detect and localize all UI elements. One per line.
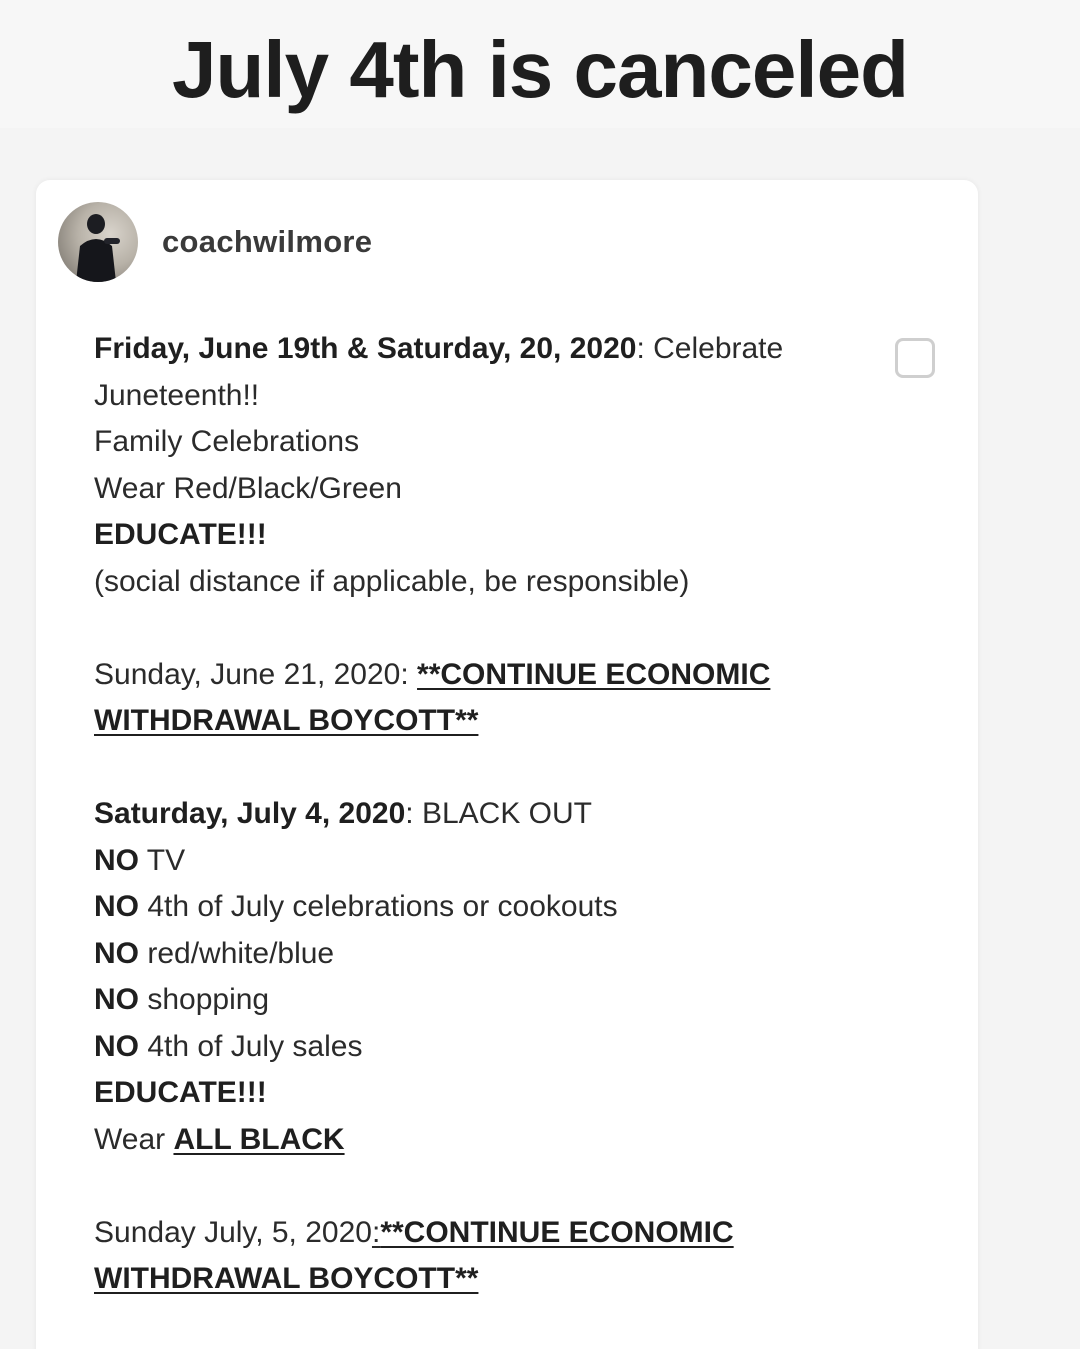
juneteenth-item-educate: EDUCATE!!!: [94, 518, 267, 551]
july5-action-2: WITHDRAWAL BOYCOTT**: [94, 1262, 479, 1295]
post-username[interactable]: coachwilmore: [162, 224, 372, 260]
person-silhouette-icon: [76, 214, 120, 282]
july4-wear: Wear ALL BLACK: [94, 1117, 894, 1164]
june21-action-2: WITHDRAWAL BOYCOTT**: [94, 704, 479, 737]
july4-date: Saturday, July 4, 2020: [94, 797, 406, 830]
july5-action-1: **CONTINUE ECONOMIC: [380, 1215, 734, 1249]
juneteenth-item-family: Family Celebrations: [94, 425, 360, 458]
juneteenth-item-wear: Wear Red/Black/Green: [94, 471, 402, 505]
juneteenth-text-cont: Juneteenth!!: [94, 378, 260, 412]
june21-heading-cont: WITHDRAWAL BOYCOTT**: [94, 698, 894, 745]
july4-no-item: NO red/white/blue: [94, 931, 894, 978]
juneteenth-separator: :: [636, 332, 654, 365]
july4-separator: :: [405, 797, 422, 830]
no-label: NO: [94, 983, 139, 1016]
no-label: NO: [94, 890, 139, 923]
headline-bar: July 4th is canceled: [0, 0, 1080, 128]
july4-no-item: NO shopping: [94, 977, 894, 1024]
headline-text: July 4th is canceled: [172, 25, 909, 114]
select-checkbox[interactable]: [895, 338, 935, 378]
no-label: NO: [94, 843, 139, 877]
juneteenth-text: Celebrate: [653, 332, 784, 365]
june21-date: Sunday, June 21, 2020:: [94, 657, 418, 691]
july5-date: Sunday July, 5, 2020: [94, 1215, 372, 1249]
july4-educate: EDUCATE!!!: [94, 1076, 267, 1109]
july4-text: BLACK OUT: [421, 797, 592, 830]
july4-wear-label: Wear: [94, 1122, 174, 1156]
july5-heading-cont: WITHDRAWAL BOYCOTT**: [94, 1256, 894, 1303]
no-item-text: shopping: [139, 983, 270, 1016]
july4-no-item: NO 4th of July celebrations or cookouts: [94, 884, 894, 931]
july4-no-item: NO 4th of July sales: [94, 1024, 894, 1071]
no-label: NO: [94, 1029, 139, 1063]
no-item-text: 4th of July sales: [139, 1029, 363, 1063]
july4-heading: Saturday, July 4, 2020: BLACK OUT: [94, 791, 894, 838]
profile-avatar[interactable]: [58, 202, 138, 282]
screenshot-page: July 4th is canceled coachwilmore Friday…: [0, 0, 1080, 1349]
july4-wear-color: ALL BLACK: [173, 1122, 345, 1156]
juneteenth-item-distance: (social distance if applicable, be respo…: [94, 564, 690, 598]
no-label: NO: [94, 936, 139, 970]
no-item-text: TV: [139, 843, 186, 877]
no-item-text: 4th of July celebrations or cookouts: [139, 890, 618, 923]
july5-heading: Sunday July, 5, 2020:**CONTINUE ECONOMIC: [94, 1210, 894, 1257]
june21-action-1: **CONTINUE ECONOMIC: [417, 657, 771, 691]
june21-heading: Sunday, June 21, 2020: **CONTINUE ECONOM…: [94, 652, 894, 699]
post-body: Friday, June 19th & Saturday, 20, 2020: …: [94, 326, 894, 1303]
no-item-text: red/white/blue: [139, 936, 335, 970]
juneteenth-heading: Friday, June 19th & Saturday, 20, 2020: …: [94, 326, 894, 373]
juneteenth-date: Friday, June 19th & Saturday, 20, 2020: [94, 332, 637, 365]
july4-no-item: NO TV: [94, 838, 894, 885]
